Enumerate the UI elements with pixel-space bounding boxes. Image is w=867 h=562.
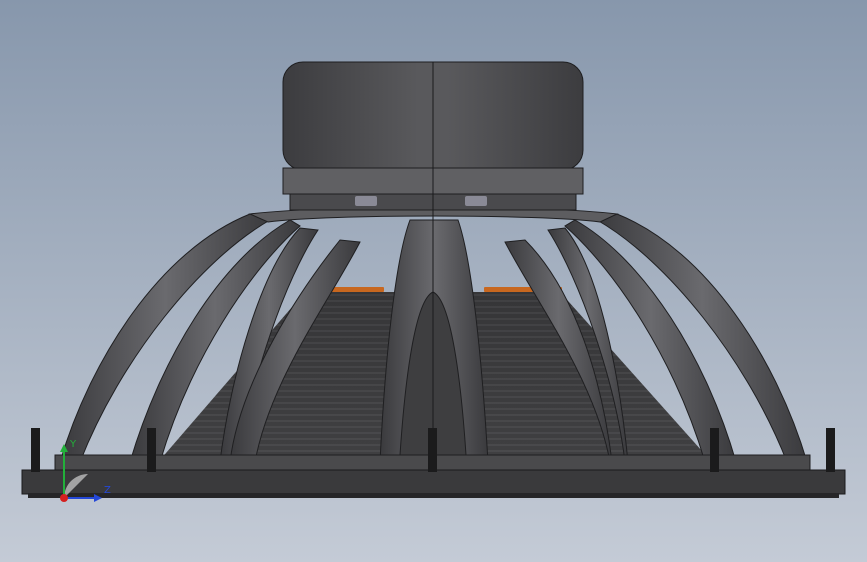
bolt <box>826 428 835 472</box>
bolt <box>710 428 719 472</box>
bolt <box>147 428 156 472</box>
x-axis-label: Z <box>104 485 111 496</box>
speaker-model[interactable] <box>0 0 867 562</box>
graphics-viewport[interactable]: Z Y <box>0 0 867 562</box>
bolt <box>31 428 40 472</box>
bolt <box>428 428 437 472</box>
mounting-bolts <box>31 428 835 472</box>
triad-icon <box>60 444 102 502</box>
y-axis-label: Y <box>70 439 77 450</box>
view-orientation-triad[interactable]: Z Y <box>40 436 120 508</box>
